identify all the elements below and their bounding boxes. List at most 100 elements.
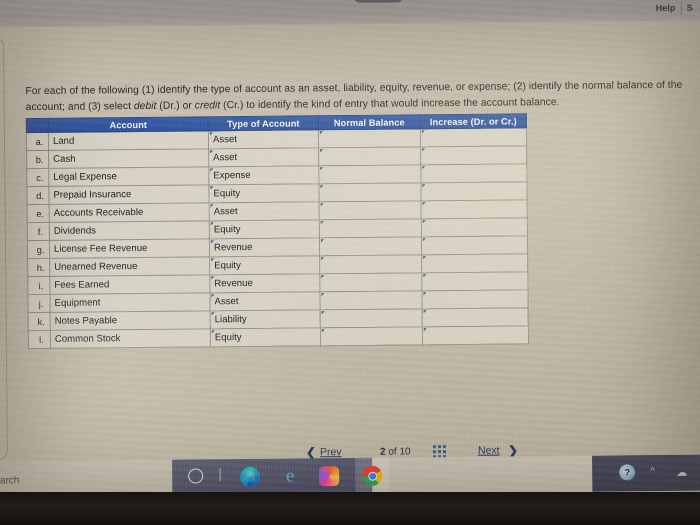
increase-select[interactable]: [421, 289, 529, 309]
increase-select[interactable]: [420, 181, 528, 201]
dropdown-caret-icon: [422, 148, 426, 152]
type-of-account-select[interactable]: Equity: [209, 219, 320, 239]
dropdown-caret-icon: [320, 149, 324, 153]
type-of-account-select-value: Equity: [213, 188, 241, 200]
dropdown-caret-icon: [320, 185, 324, 189]
increase-select[interactable]: [420, 127, 527, 147]
increase-select[interactable]: [421, 271, 528, 291]
dropdown-caret-icon: [423, 328, 427, 332]
type-of-account-select-value: Asset: [214, 296, 239, 308]
type-of-account-select[interactable]: Expense: [208, 165, 319, 185]
normal-balance-select[interactable]: [318, 164, 421, 184]
dropdown-caret-icon: [423, 256, 427, 260]
type-of-account-select[interactable]: Asset: [209, 201, 320, 221]
screen-surface: Saved Help S For each of the following (…: [0, 0, 700, 504]
type-of-account-select[interactable]: Asset: [209, 291, 321, 311]
normal-balance-select[interactable]: [319, 236, 422, 256]
account-name-cell: Equipment: [49, 292, 211, 313]
chevron-right-icon[interactable]: ❯: [508, 443, 518, 457]
increase-select[interactable]: [422, 307, 529, 327]
type-of-account-select[interactable]: Equity: [210, 327, 321, 347]
normal-balance-select[interactable]: [319, 272, 422, 292]
next-button[interactable]: Next: [478, 445, 500, 457]
type-of-account-select-value: Equity: [214, 260, 241, 272]
dropdown-caret-icon: [319, 131, 323, 135]
normal-balance-select[interactable]: [318, 182, 422, 202]
tray-help-icon[interactable]: ?: [619, 464, 636, 481]
dropdown-caret-icon: [320, 221, 324, 225]
prev-button[interactable]: Prev: [320, 446, 342, 458]
account-name-cell: License Fee Revenue: [49, 238, 210, 259]
type-of-account-select[interactable]: Revenue: [209, 273, 320, 293]
legacy-edge-icon[interactable]: e: [280, 466, 300, 487]
normal-balance-select[interactable]: [318, 146, 421, 166]
type-of-account-select[interactable]: Asset: [208, 147, 319, 167]
increase-select[interactable]: [421, 217, 528, 237]
chrome-taskbar-button[interactable]: [355, 457, 390, 496]
account-name-cell: Prepaid Insurance: [48, 184, 210, 205]
normal-balance-select[interactable]: [319, 200, 422, 220]
account-name-cell: Fees Earned: [49, 274, 210, 295]
increase-select[interactable]: [420, 145, 527, 165]
cortana-circle-icon[interactable]: [188, 468, 204, 484]
dropdown-caret-icon: [320, 203, 324, 207]
header-normal-balance: Normal Balance: [318, 114, 421, 130]
dropdown-caret-icon: [321, 329, 325, 333]
increase-select[interactable]: [422, 325, 529, 345]
normal-balance-select[interactable]: [319, 218, 422, 238]
prompt-dr: (Dr.): [156, 100, 180, 112]
prompt-or: or: [179, 100, 195, 112]
account-name-cell: Notes Payable: [50, 310, 211, 331]
normal-balance-select[interactable]: [318, 128, 421, 148]
dropdown-caret-icon: [422, 220, 426, 224]
account-menu[interactable]: S: [687, 3, 693, 13]
increase-select[interactable]: [421, 235, 528, 255]
chevron-left-icon[interactable]: ❮: [306, 445, 316, 459]
answer-table: Account Type of Account Normal Balance I…: [26, 113, 529, 349]
row-letter: d.: [26, 186, 50, 205]
laptop-screen-photo: Saved Help S For each of the following (…: [0, 0, 700, 525]
account-name-cell: Common Stock: [50, 328, 211, 349]
dropdown-caret-icon: [320, 239, 324, 243]
header-corner: [26, 118, 49, 133]
dropdown-caret-icon: [321, 257, 325, 261]
dropdown-caret-icon: [423, 310, 427, 314]
task-view-icon[interactable]: [219, 468, 222, 482]
account-name-cell: Cash: [48, 148, 209, 169]
grid-cell: [432, 450, 436, 454]
row-letter: h.: [27, 258, 50, 277]
prompt-part-2: to identify the kind of entry that would…: [243, 96, 560, 111]
prompt-debit-italic: debit: [133, 100, 157, 112]
edge-browser-icon[interactable]: [240, 466, 261, 488]
row-letter: i.: [27, 276, 50, 295]
dropdown-caret-icon: [423, 274, 427, 278]
cloud-icon[interactable]: ☁: [676, 466, 687, 479]
normal-balance-select[interactable]: [320, 308, 423, 328]
increase-select[interactable]: [421, 199, 528, 219]
dropdown-caret-icon: [422, 202, 426, 206]
normal-balance-select[interactable]: [319, 290, 423, 310]
help-link[interactable]: Help: [656, 3, 676, 13]
grid-cell: [442, 445, 446, 449]
increase-select[interactable]: [421, 253, 528, 273]
account-name-cell: Legal Expense: [48, 166, 209, 187]
account-name-cell: Accounts Receivable: [49, 202, 210, 223]
type-of-account-select[interactable]: Revenue: [209, 237, 320, 257]
type-of-account-select[interactable]: Equity: [209, 255, 320, 275]
chevron-up-icon[interactable]: ^: [650, 466, 655, 477]
account-name-cell: Unearned Revenue: [49, 256, 210, 277]
question-prompt: For each of the following (1) identify t…: [25, 78, 685, 115]
row-letter: l.: [28, 330, 51, 349]
taskbar-search-label[interactable]: earch: [0, 475, 19, 486]
dropdown-caret-icon: [321, 275, 325, 279]
type-of-account-select[interactable]: Equity: [208, 183, 320, 203]
photos-app-icon[interactable]: [319, 466, 340, 487]
type-of-account-select[interactable]: Asset: [208, 129, 319, 149]
normal-balance-select[interactable]: [319, 254, 422, 274]
header-increase: Increase (Dr. or Cr.): [420, 113, 527, 129]
grid-cell: [432, 445, 436, 449]
row-letter: g.: [27, 240, 50, 259]
normal-balance-select[interactable]: [320, 326, 423, 346]
type-of-account-select[interactable]: Liability: [210, 309, 321, 329]
increase-select[interactable]: [420, 163, 527, 183]
